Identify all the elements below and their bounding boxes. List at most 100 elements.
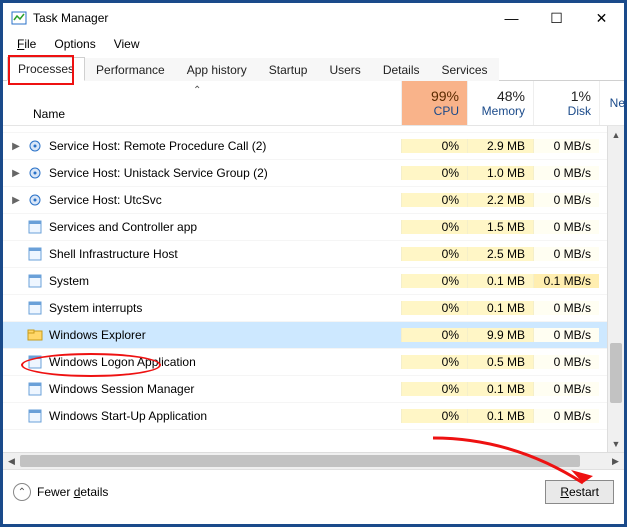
process-icon [27, 165, 43, 181]
sort-indicator-icon: ⌃ [193, 85, 201, 96]
process-name: Service Host: UtcSvc [49, 193, 162, 207]
process-name: Windows Logon Application [49, 355, 196, 369]
column-headers: ⌃ Name 99% CPU 48% Memory 1% Disk Ne [3, 81, 624, 126]
disk-cell: 0 MB/s [533, 328, 599, 342]
process-name: Windows Session Manager [49, 382, 194, 396]
scroll-up-button[interactable]: ▲ [608, 126, 624, 143]
fewer-details-button[interactable]: ⌃ Fewer details [13, 483, 108, 501]
process-icon [27, 408, 43, 424]
horizontal-scrollbar[interactable]: ◀ ▶ [3, 452, 624, 469]
cpu-label: CPU [434, 104, 459, 118]
disk-cell: 0.1 MB/s [533, 274, 599, 288]
expander-icon[interactable]: ▶ [9, 141, 23, 152]
scroll-thumb[interactable] [610, 343, 622, 403]
process-icon [27, 246, 43, 262]
network-label: Ne [610, 96, 625, 110]
maximize-button[interactable]: ☐ [534, 3, 579, 33]
disk-cell: 0 MB/s [533, 409, 599, 423]
table-row[interactable]: ▶Shell Infrastructure Host0%2.5 MB0 MB/s [3, 241, 624, 268]
menu-file[interactable]: File [9, 35, 44, 53]
hscroll-thumb[interactable] [20, 455, 580, 467]
cpu-percent: 99% [431, 88, 459, 104]
expander-icon[interactable]: ▶ [9, 168, 23, 179]
close-button[interactable]: ✕ [579, 3, 624, 33]
table-row[interactable]: ▶Windows Logon Application0%0.5 MB0 MB/s [3, 349, 624, 376]
memory-cell: 0.1 MB [467, 274, 533, 288]
process-icon [27, 138, 43, 154]
tab-startup[interactable]: Startup [258, 58, 319, 81]
process-list: ▶Service Host: Network Service (4)0%2.4 … [3, 126, 624, 452]
tab-app-history[interactable]: App history [176, 58, 258, 81]
table-row[interactable]: ▶Windows Explorer0%9.9 MB0 MB/s [3, 322, 624, 349]
process-icon [27, 192, 43, 208]
fewer-details-label: Fewer details [37, 485, 108, 499]
table-row[interactable]: ▶System interrupts0%0.1 MB0 MB/s [3, 295, 624, 322]
tab-performance[interactable]: Performance [85, 58, 176, 81]
process-icon [27, 381, 43, 397]
vertical-scrollbar[interactable]: ▲ ▼ [607, 126, 624, 452]
scroll-right-button[interactable]: ▶ [607, 453, 624, 470]
tab-services[interactable]: Services [431, 58, 499, 81]
table-row[interactable]: ▶Services and Controller app0%1.5 MB0 MB… [3, 214, 624, 241]
process-icon [27, 219, 43, 235]
tab-processes[interactable]: Processes [7, 57, 85, 81]
memory-cell: 9.9 MB [467, 328, 533, 342]
memory-cell: 2.2 MB [467, 193, 533, 207]
scroll-down-button[interactable]: ▼ [608, 435, 624, 452]
table-row[interactable]: ▶Service Host: UtcSvc0%2.2 MB0 MB/s [3, 187, 624, 214]
table-row[interactable]: ▶Windows Session Manager0%0.1 MB0 MB/s [3, 376, 624, 403]
disk-label: Disk [568, 104, 591, 118]
tab-users[interactable]: Users [318, 58, 371, 81]
scroll-left-button[interactable]: ◀ [3, 453, 20, 470]
cpu-cell: 0% [401, 193, 467, 207]
memory-cell: 1.5 MB [467, 220, 533, 234]
disk-percent: 1% [571, 88, 591, 104]
disk-cell: 0 MB/s [533, 220, 599, 234]
process-name: System [49, 274, 89, 288]
disk-cell: 0 MB/s [533, 247, 599, 261]
column-header-cpu[interactable]: 99% CPU [401, 81, 467, 125]
table-row[interactable]: ▶System0%0.1 MB0.1 MB/s [3, 268, 624, 295]
column-header-name-label: Name [33, 107, 401, 121]
footer: ⌃ Fewer details Restart [3, 469, 624, 514]
memory-percent: 48% [497, 88, 525, 104]
tabstrip: Processes Performance App history Startu… [3, 55, 624, 81]
column-header-memory[interactable]: 48% Memory [467, 81, 533, 125]
process-name: System interrupts [49, 301, 142, 315]
task-manager-icon [11, 10, 27, 26]
titlebar: Task Manager — ☐ ✕ [3, 3, 624, 33]
minimize-button[interactable]: — [489, 3, 534, 33]
cpu-cell: 0% [401, 274, 467, 288]
cpu-cell: 0% [401, 301, 467, 315]
table-row[interactable]: ▶ Service Host: Unistack Service Group (2… [3, 160, 624, 187]
menu-view[interactable]: View [106, 35, 148, 53]
process-name: Service Host: Unistack Service Group (2) [49, 166, 268, 180]
table-row[interactable]: ▶Service Host: Network Service (4)0%2.4 … [3, 126, 624, 133]
process-name: Service Host: Remote Procedure Call (2) [49, 139, 266, 153]
process-name: Windows Explorer [49, 328, 146, 342]
window-title: Task Manager [33, 11, 108, 25]
table-row[interactable]: ▶Windows Start-Up Application0%0.1 MB0 M… [3, 403, 624, 430]
column-header-disk[interactable]: 1% Disk [533, 81, 599, 125]
scroll-track[interactable] [608, 143, 624, 435]
disk-cell: 0 MB/s [533, 139, 599, 153]
disk-cell: 0 MB/s [533, 301, 599, 315]
memory-cell: 0.1 MB [467, 409, 533, 423]
process-name: Windows Start-Up Application [49, 409, 207, 423]
cpu-cell: 0% [401, 220, 467, 234]
column-header-network[interactable]: Ne [599, 81, 627, 125]
column-header-name[interactable]: ⌃ Name [3, 81, 401, 125]
memory-cell: 0.5 MB [467, 355, 533, 369]
expander-icon[interactable]: ▶ [9, 195, 23, 206]
process-icon [27, 300, 43, 316]
disk-cell: 0 MB/s [533, 355, 599, 369]
process-name: Services and Controller app [49, 220, 197, 234]
cpu-cell: 0% [401, 382, 467, 396]
table-row[interactable]: ▶ Service Host: Remote Procedure Call (2)… [3, 133, 624, 160]
restart-button[interactable]: Restart [545, 480, 614, 504]
tab-details[interactable]: Details [372, 58, 431, 81]
process-icon [27, 327, 43, 343]
chevron-up-icon: ⌃ [13, 483, 31, 501]
process-name: Shell Infrastructure Host [49, 247, 178, 261]
menu-options[interactable]: Options [46, 35, 103, 53]
